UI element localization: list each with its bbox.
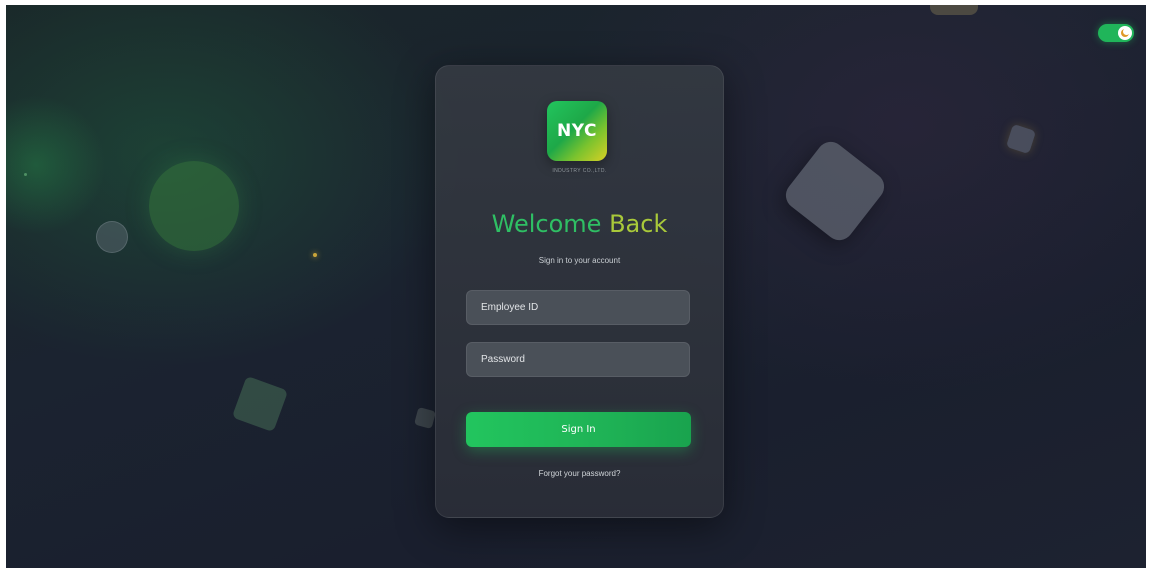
background-glow xyxy=(6,95,106,235)
background-circle-small xyxy=(96,221,128,253)
background-square-left xyxy=(231,375,289,433)
forgot-password-link[interactable]: Forgot your password? xyxy=(436,469,723,478)
logo-subtext: INDUSTRY CO.,LTD. xyxy=(552,168,607,174)
company-logo: NYC xyxy=(547,101,607,161)
login-page: NYC INDUSTRY CO.,LTD. Welcome Back Sign … xyxy=(6,5,1146,568)
logo-text: NYC xyxy=(557,121,597,141)
background-shape-top xyxy=(930,5,978,15)
page-subtitle: Sign in to your account xyxy=(538,256,621,265)
theme-toggle[interactable] xyxy=(1098,24,1134,42)
background-dot xyxy=(24,173,27,176)
background-square-right-small xyxy=(1005,123,1037,155)
background-dot-yellow xyxy=(313,253,317,257)
background-square-right-large xyxy=(780,136,890,246)
employee-id-input[interactable] xyxy=(466,290,690,325)
title-back: Back xyxy=(609,210,668,238)
toggle-knob xyxy=(1118,26,1132,40)
title-welcome: Welcome xyxy=(491,210,602,238)
background-circle-large xyxy=(149,161,239,251)
moon-icon xyxy=(1121,28,1130,37)
page-title: Welcome Back xyxy=(436,210,723,238)
background-square-tiny xyxy=(413,406,437,430)
login-card: NYC INDUSTRY CO.,LTD. Welcome Back Sign … xyxy=(435,65,724,518)
password-input[interactable] xyxy=(466,342,690,377)
sign-in-button[interactable]: Sign In xyxy=(466,412,691,447)
